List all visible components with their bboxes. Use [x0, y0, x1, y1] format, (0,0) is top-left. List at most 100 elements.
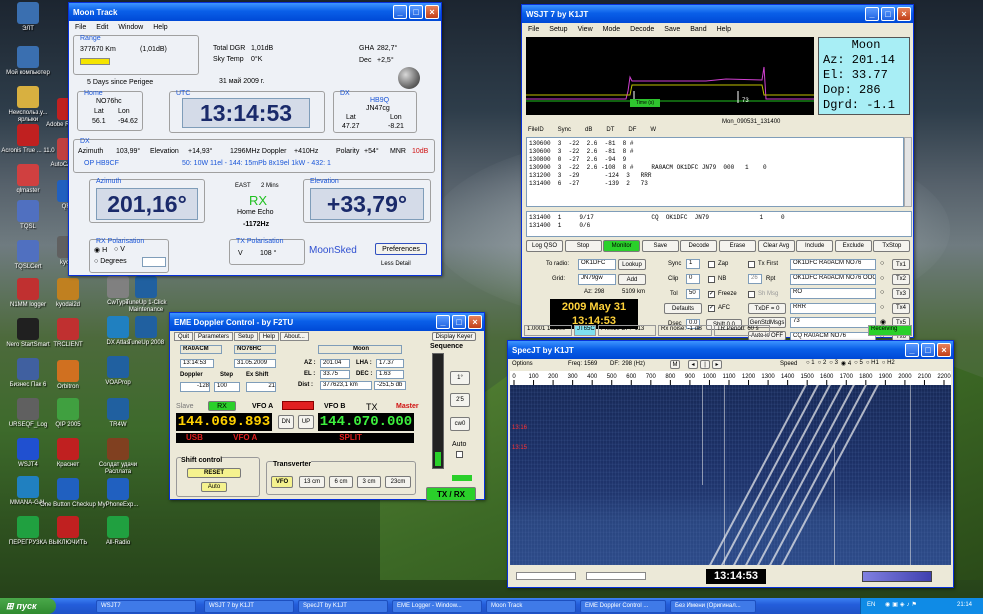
pol-degrees-radio[interactable]: ○ Degrees — [94, 258, 127, 265]
afc-checkbox[interactable]: ✓ — [708, 305, 715, 312]
band-23cm-button[interactable]: 23cm — [385, 476, 411, 488]
pipe-icon[interactable]: | — [700, 360, 710, 369]
tx-message-field[interactable]: RO — [790, 288, 876, 299]
speed-radio[interactable]: ◉ 4 — [841, 360, 851, 369]
sync-field[interactable]: 1 — [686, 259, 700, 269]
pol-v-radio[interactable]: ○ V — [114, 246, 125, 253]
wsjt-action-button[interactable]: Erase — [719, 240, 756, 252]
wsjt-action-button[interactable]: Include — [796, 240, 834, 252]
reset-button[interactable]: RESET — [187, 468, 241, 478]
desktop-icon[interactable]: ВЫКЛЮЧИТЬ — [40, 516, 96, 562]
desktop-icon[interactable]: TuneUp 2008 — [118, 316, 174, 362]
speed-radio[interactable]: ○ 1 — [806, 360, 815, 369]
cw-button[interactable]: cw0 — [450, 417, 470, 431]
seq-2-button[interactable]: 2'5 — [450, 393, 470, 407]
wsjt-action-button[interactable]: TxStop — [873, 240, 911, 252]
txdf-button[interactable]: TxDF = 0 — [748, 303, 786, 314]
sh-msg-checkbox[interactable] — [748, 291, 755, 298]
nb-checkbox[interactable] — [708, 276, 715, 283]
close-icon[interactable]: × — [425, 5, 439, 19]
clip-field[interactable]: 0 — [686, 274, 700, 284]
desktop-icon[interactable]: All-Radio — [90, 516, 146, 562]
less-detail-link[interactable]: Less Detail — [381, 261, 411, 267]
menu-help[interactable]: Help — [153, 24, 167, 31]
taskbar-task-button[interactable]: Без Имени (Оригинал... — [670, 600, 756, 613]
eme-menu-tab[interactable]: About... — [280, 332, 309, 341]
tx-rx-button[interactable]: TX / RX — [426, 487, 476, 501]
minimize-icon[interactable]: _ — [865, 7, 879, 21]
vfo-button[interactable]: VFO — [271, 476, 293, 488]
taskbar-task-button[interactable]: SpecJT by K1JT — [298, 600, 388, 613]
wsjt-action-button[interactable]: Clear Avg — [757, 240, 795, 252]
maximize-icon[interactable]: □ — [921, 343, 935, 357]
tx-select-radio[interactable]: ○ — [880, 289, 884, 296]
level-slider[interactable] — [516, 572, 576, 580]
band-6cm-button[interactable]: 6 cm — [329, 476, 353, 488]
tray-icons[interactable]: ◉▣◈♪⚑ — [885, 601, 919, 608]
desktop-icon[interactable]: ЭЛТ — [0, 2, 56, 48]
tx-select-radio[interactable]: ○ — [880, 275, 884, 282]
desktop-icon[interactable]: TRCLIENT — [40, 318, 96, 364]
wsjt-action-button[interactable]: Monitor — [603, 240, 641, 252]
minimize-icon[interactable]: _ — [393, 5, 407, 19]
wsjt-menu-item[interactable]: Mode — [603, 26, 621, 33]
step-select[interactable]: 100 — [214, 382, 240, 392]
defaults-button[interactable]: Defaults — [664, 303, 702, 314]
speed-radio[interactable]: ○ 3 — [829, 360, 838, 369]
moon-track-titlebar[interactable]: Moon Track _ □ × — [69, 3, 441, 21]
close-icon[interactable]: × — [937, 343, 951, 357]
average-text-area[interactable]: 131400 1 9/17 CQ OK1DFC JN79 1 0 131400 1… — [526, 211, 912, 237]
band-13cm-button[interactable]: 13 cm — [299, 476, 325, 488]
taskbar-task-button[interactable]: WSJT7 — [96, 600, 196, 613]
tx-send-button[interactable]: Tx1 — [892, 259, 910, 270]
preferences-button[interactable]: Preferences — [375, 243, 427, 255]
wsjt-action-button[interactable]: Stop — [564, 240, 602, 252]
dn-button[interactable]: DN — [278, 415, 294, 429]
wsjt-action-button[interactable]: Decode — [680, 240, 718, 252]
zoom-button[interactable]: M — [670, 360, 680, 369]
language-indicator[interactable]: EN — [867, 602, 875, 608]
wsjt-menu-item[interactable]: Save — [664, 26, 680, 33]
start-button[interactable]: ⊞ пуск — [0, 598, 56, 614]
doppler-field[interactable]: -128 — [180, 382, 210, 392]
wsjt-action-button[interactable]: Log QSO — [526, 240, 563, 252]
tx-first-checkbox[interactable] — [748, 261, 755, 268]
close-icon[interactable]: × — [468, 315, 482, 329]
up-button[interactable]: UP — [298, 415, 314, 429]
display-keyer-button[interactable]: Display Keyer — [432, 332, 476, 341]
seq-1-button[interactable]: 1° — [450, 371, 470, 385]
wsjt-menu-item[interactable]: Help — [717, 26, 731, 33]
desktop-icon[interactable]: VOAProp — [90, 356, 146, 402]
maximize-icon[interactable]: □ — [452, 315, 466, 329]
wsjt-action-button[interactable]: Exclude — [834, 240, 872, 252]
rx-indicator[interactable]: RX — [208, 401, 236, 411]
tx-message-field[interactable]: RRR — [790, 302, 876, 314]
tol-field[interactable]: 50 — [686, 289, 700, 299]
lookup-button[interactable]: Lookup — [618, 259, 646, 270]
specjt-options-menu[interactable]: Options — [512, 361, 533, 367]
scroll-right-icon[interactable]: ▸ — [712, 360, 722, 369]
speed-radio-h2[interactable]: ○ H2 — [882, 360, 895, 369]
scroll-left-icon[interactable]: ◂ — [688, 360, 698, 369]
pol-degrees-field[interactable] — [142, 257, 166, 267]
decode-scrollbar[interactable] — [904, 137, 912, 207]
speed-radio[interactable]: ○ 5 — [854, 360, 863, 369]
exshift-field[interactable]: 21 — [246, 382, 276, 392]
minimize-icon[interactable]: _ — [436, 315, 450, 329]
clock[interactable]: 21:14 — [957, 602, 972, 608]
wsjt-menu-item[interactable]: File — [528, 26, 539, 33]
maximize-icon[interactable]: □ — [409, 5, 423, 19]
tx-send-button[interactable]: Tx2 — [892, 273, 910, 285]
shift-auto-button[interactable]: Auto — [201, 482, 227, 492]
wsjt-menu-item[interactable]: View — [578, 26, 593, 33]
wsjt-action-button[interactable]: Save — [641, 240, 679, 252]
grid-field[interactable]: JN79gw — [578, 274, 616, 285]
taskbar-task-button[interactable]: WSJT 7 by K1JT — [204, 600, 294, 613]
band-3cm-button[interactable]: 3 cm — [357, 476, 381, 488]
tx-message-field[interactable]: OK1DFC RA0ACM NO76 OOO — [790, 273, 876, 285]
menu-window[interactable]: Window — [118, 24, 143, 31]
to-radio-field[interactable]: OK1DFC — [578, 259, 616, 270]
decode-text-area[interactable]: 130600 3 -22 2.6 -81 8 #130600 3 -22 2.6… — [526, 137, 904, 207]
speed-radio[interactable]: ○ 2 — [818, 360, 827, 369]
freeze-checkbox[interactable]: ✓ — [708, 291, 715, 298]
